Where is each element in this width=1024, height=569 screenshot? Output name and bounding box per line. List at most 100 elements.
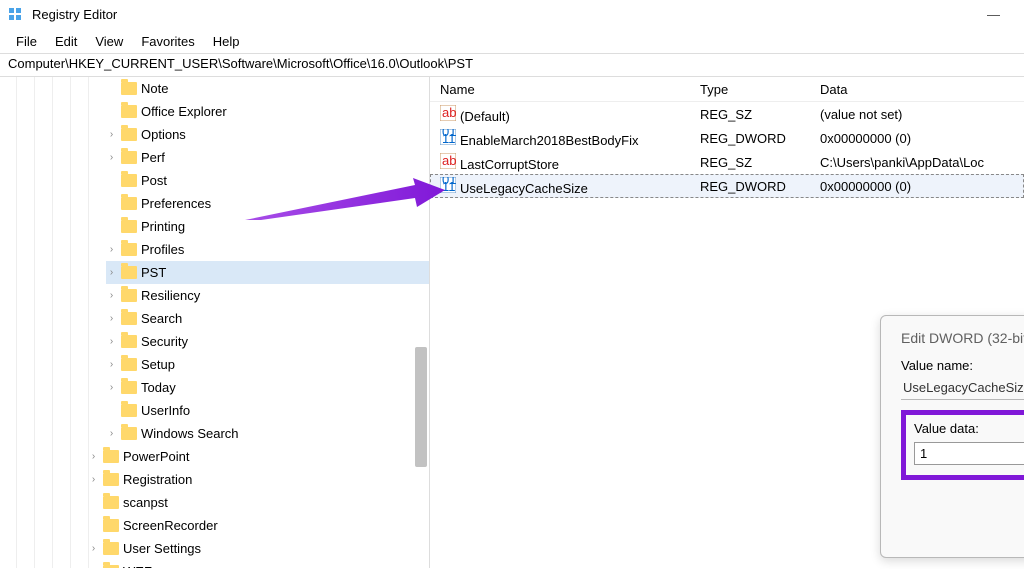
tree-item[interactable]: › Resiliency <box>106 284 429 307</box>
folder-icon <box>121 174 137 187</box>
chevron-icon: › <box>106 129 117 140</box>
value-row[interactable]: 011110EnableMarch2018BestBodyFixREG_DWOR… <box>430 126 1024 150</box>
folder-icon <box>103 496 119 509</box>
value-name: EnableMarch2018BestBodyFix <box>460 133 639 148</box>
valuedata-label: Value data: <box>914 421 1024 436</box>
folder-icon <box>121 82 137 95</box>
folder-icon <box>103 519 119 532</box>
value-name: (Default) <box>460 109 510 124</box>
tree-item[interactable]: WEF <box>88 560 429 568</box>
tree-item[interactable]: ›Search <box>106 307 429 330</box>
tree-item-label: Options <box>141 127 186 142</box>
value-row[interactable]: 011110UseLegacyCacheSizeREG_DWORD0x00000… <box>430 174 1024 198</box>
window-title: Registry Editor <box>32 7 117 22</box>
menu-help[interactable]: Help <box>205 32 248 51</box>
tree-item-label: Security <box>141 334 188 349</box>
string-icon: ab <box>440 153 456 169</box>
col-data[interactable]: Data <box>810 82 1024 97</box>
tree-item[interactable]: ›Today <box>106 376 429 399</box>
folder-icon <box>121 243 137 256</box>
valuedata-input[interactable] <box>914 442 1024 465</box>
tree-item-label: ScreenRecorder <box>123 518 218 533</box>
folder-icon <box>121 151 137 164</box>
value-data: C:\Users\panki\AppData\Loc <box>810 155 1024 170</box>
tree-item[interactable]: ›Registration <box>88 468 429 491</box>
title-bar: Registry Editor — <box>0 0 1024 29</box>
value-name: UseLegacyCacheSize <box>460 181 588 196</box>
list-header: Name Type Data <box>430 77 1024 102</box>
folder-icon <box>121 335 137 348</box>
tree-item[interactable]: Post <box>106 169 429 192</box>
tree-item-label: UserInfo <box>141 403 190 418</box>
col-name[interactable]: Name <box>430 82 690 97</box>
regedit-icon <box>8 7 24 23</box>
tree-item-label: scanpst <box>123 495 168 510</box>
valuedata-highlight: Value data: <box>901 410 1024 480</box>
tree-item[interactable]: Office Explorer <box>106 100 429 123</box>
tree-item-label: Printing <box>141 219 185 234</box>
chevron-icon: › <box>106 290 117 301</box>
scrollbar-thumb[interactable] <box>415 347 427 467</box>
tree-item[interactable]: ›PST <box>106 261 429 284</box>
tree-item[interactable]: Preferences <box>106 192 429 215</box>
valuename-field[interactable]: UseLegacyCacheSize <box>901 376 1024 400</box>
col-type[interactable]: Type <box>690 82 810 97</box>
valuename-label: Value name: <box>901 358 1024 373</box>
tree-item-label: Setup <box>141 357 175 372</box>
tree-item[interactable]: Note <box>106 77 429 100</box>
tree-item[interactable]: scanpst <box>88 491 429 514</box>
menu-edit[interactable]: Edit <box>47 32 85 51</box>
folder-icon <box>121 105 137 118</box>
tree-item-label: Resiliency <box>141 288 200 303</box>
tree-item-label: PST <box>141 265 166 280</box>
tree-pane: Note Office Explorer › Options › Perf PostPref… <box>0 77 430 568</box>
folder-icon <box>103 473 119 486</box>
tree-item[interactable]: ›Security <box>106 330 429 353</box>
address-bar[interactable]: Computer\HKEY_CURRENT_USER\Software\Micr… <box>0 53 1024 77</box>
tree-item-label: PowerPoint <box>123 449 189 464</box>
tree-item[interactable]: Printing <box>106 215 429 238</box>
menu-view[interactable]: View <box>87 32 131 51</box>
minimize-button[interactable]: — <box>971 7 1016 22</box>
tree-item-label: Registration <box>123 472 192 487</box>
folder-icon <box>121 381 137 394</box>
tree-item[interactable]: ›Windows Search <box>106 422 429 445</box>
chevron-icon: › <box>106 428 117 439</box>
tree-item-label: Today <box>141 380 176 395</box>
tree-item[interactable]: › Options <box>106 123 429 146</box>
value-name: LastCorruptStore <box>460 157 559 172</box>
tree-item[interactable]: ScreenRecorder <box>88 514 429 537</box>
folder-icon <box>121 220 137 233</box>
svg-text:110: 110 <box>442 131 456 145</box>
folder-icon <box>121 404 137 417</box>
tree-item-label: User Settings <box>123 541 201 556</box>
svg-text:ab: ab <box>442 105 456 120</box>
edit-dword-dialog: Edit DWORD (32-bit) Value ✕ Value name: … <box>880 315 1024 558</box>
tree-item[interactable]: ›User Settings <box>88 537 429 560</box>
dword-icon: 011110 <box>440 129 456 145</box>
menu-favorites[interactable]: Favorites <box>133 32 202 51</box>
tree-item-label: Office Explorer <box>141 104 227 119</box>
tree-item[interactable]: › Perf <box>106 146 429 169</box>
value-type: REG_SZ <box>690 155 810 170</box>
value-row[interactable]: ab(Default)REG_SZ(value not set) <box>430 102 1024 126</box>
chevron-icon: › <box>106 244 117 255</box>
tree-item[interactable]: ›PowerPoint <box>88 445 429 468</box>
folder-icon <box>121 358 137 371</box>
tree-item-label: Perf <box>141 150 165 165</box>
folder-icon <box>121 312 137 325</box>
svg-text:110: 110 <box>442 179 456 193</box>
dword-icon: 011110 <box>440 177 456 193</box>
value-row[interactable]: ab LastCorruptStore REG_SZC:\Users\panki\A… <box>430 150 1024 174</box>
tree-item[interactable]: › Profiles <box>106 238 429 261</box>
value-data: 0x00000000 (0) <box>810 179 1024 194</box>
tree-item-label: Note <box>141 81 168 96</box>
chevron-icon: › <box>106 152 117 163</box>
tree-item[interactable]: UserInfo <box>106 399 429 422</box>
tree-item[interactable]: ›Setup <box>106 353 429 376</box>
menu-file[interactable]: File <box>8 32 45 51</box>
folder-icon <box>121 289 137 302</box>
list-pane: Name Type Data ab(Default)REG_SZ(value n… <box>430 77 1024 568</box>
tree-item-label: Profiles <box>141 242 184 257</box>
dialog-title: Edit DWORD (32-bit) Value <box>901 330 1024 346</box>
